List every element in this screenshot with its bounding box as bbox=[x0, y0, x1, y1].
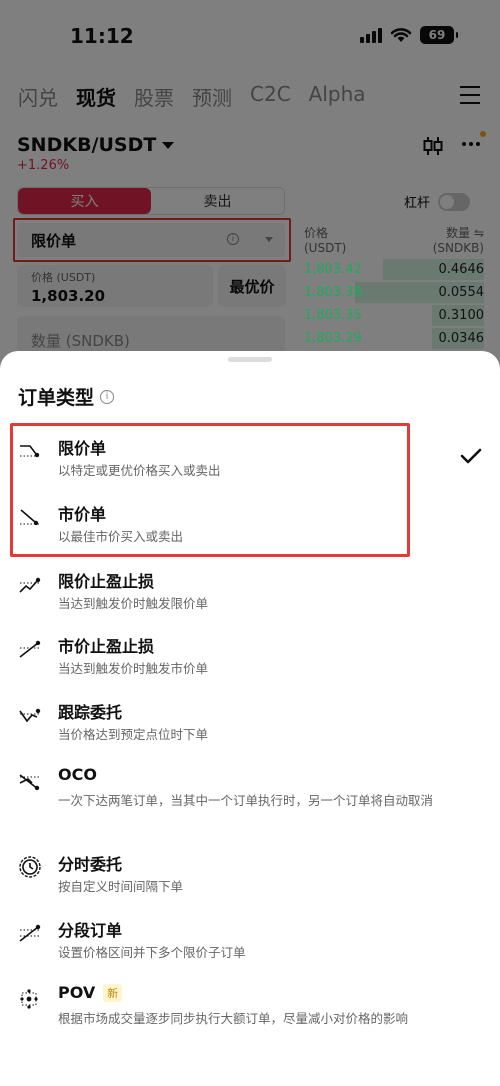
market-tpsl-icon bbox=[19, 640, 41, 658]
option-title: POV 新 bbox=[58, 983, 123, 1002]
ob-price: 1,803.42 bbox=[304, 262, 362, 277]
checkmark-icon bbox=[460, 448, 482, 464]
limit-tpsl-icon bbox=[19, 577, 41, 593]
option-title: OCO bbox=[58, 765, 97, 784]
oco-icon bbox=[19, 774, 40, 791]
ob-price: 1,803.35 bbox=[304, 308, 362, 323]
option-desc: 按自定义时间间隔下单 bbox=[58, 879, 184, 894]
option-title-text: POV bbox=[58, 983, 96, 1002]
option-desc: 根据市场成交量逐步同步执行大额订单，尽量减小对价格的影响 bbox=[58, 1011, 409, 1026]
option-market-tpsl[interactable]: 市价止盈止损 当达到触发价时触发市价单 bbox=[0, 633, 500, 685]
scaled-order-icon bbox=[19, 924, 41, 942]
option-scaled-order[interactable]: 分段订单 设置价格区间并下多个限价子订单 bbox=[0, 917, 500, 969]
option-pov[interactable]: POV 新 根据市场成交量逐步同步执行大额订单，尽量减小对价格的影响 bbox=[0, 983, 500, 1035]
option-twap[interactable]: 分时委托 按自定义时间间隔下单 bbox=[0, 851, 500, 903]
sheet-drag-handle[interactable] bbox=[228, 357, 272, 362]
ob-qty: 0.4646 bbox=[438, 262, 485, 277]
option-title-text: 限价止盈止损 bbox=[58, 572, 155, 591]
option-title-text: 分时委托 bbox=[58, 855, 123, 874]
ob-qty: 0.0554 bbox=[438, 285, 485, 300]
option-desc: 一次下达两笔订单，当其中一个订单执行时，另一个订单将自动取消 bbox=[58, 793, 434, 808]
twap-clock-icon bbox=[19, 856, 41, 878]
trailing-order-icon bbox=[19, 708, 41, 723]
option-desc: 当价格达到预定点位时下单 bbox=[58, 727, 209, 742]
ob-price: 1,803.29 bbox=[304, 331, 362, 346]
selection-highlight-box bbox=[10, 423, 410, 557]
sheet-title: 订单类型 i bbox=[18, 383, 115, 410]
option-trailing-order[interactable]: 跟踪委托 当价格达到预定点位时下单 bbox=[0, 699, 500, 751]
ob-price: 1,803.38 bbox=[304, 285, 362, 300]
pov-icon bbox=[20, 989, 38, 1009]
option-limit-tpsl[interactable]: 限价止盈止损 当达到触发价时触发限价单 bbox=[0, 568, 500, 620]
ob-qty: 0.0346 bbox=[438, 331, 485, 346]
option-desc: 当达到触发价时触发限价单 bbox=[58, 596, 209, 611]
option-title-text: OCO bbox=[58, 765, 97, 784]
option-desc: 设置价格区间并下多个限价子订单 bbox=[58, 945, 246, 960]
option-oco[interactable]: OCO 一次下达两笔订单，当其中一个订单执行时，另一个订单将自动取消 bbox=[0, 765, 500, 837]
ob-qty: 0.3100 bbox=[438, 308, 485, 323]
sheet-title-text: 订单类型 bbox=[18, 387, 95, 409]
option-title: 跟踪委托 bbox=[58, 699, 122, 723]
option-title: 限价止盈止损 bbox=[58, 568, 154, 592]
info-icon[interactable]: i bbox=[100, 389, 115, 404]
option-title-text: 跟踪委托 bbox=[58, 703, 123, 722]
option-desc: 当达到触发价时触发市价单 bbox=[58, 661, 209, 676]
option-title: 分时委托 bbox=[58, 851, 122, 875]
order-type-sheet: 订单类型 i 限价单 以特定或更优价格买入或卖出 市价单 以最佳市价买入或卖出 … bbox=[0, 351, 500, 1086]
new-badge: 新 bbox=[103, 983, 123, 1002]
option-title-text: 分段订单 bbox=[58, 921, 123, 940]
option-title-text: 市价止盈止损 bbox=[58, 637, 155, 656]
option-title: 市价止盈止损 bbox=[58, 633, 154, 657]
option-title: 分段订单 bbox=[58, 917, 122, 941]
